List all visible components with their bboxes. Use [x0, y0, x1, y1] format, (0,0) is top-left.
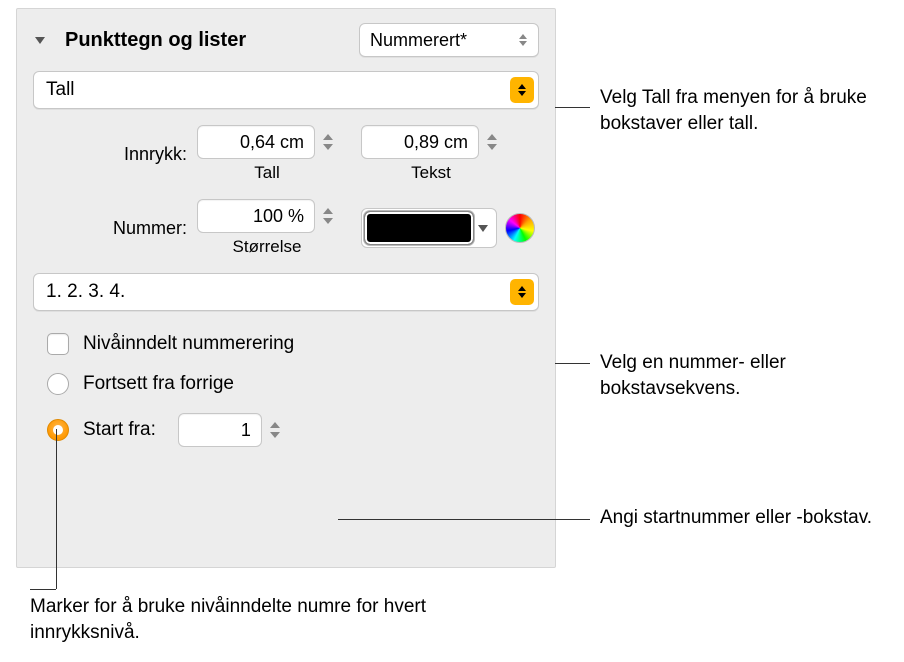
start-from-radio-row: Start fra: [47, 413, 539, 447]
number-label: Nummer: [77, 218, 197, 239]
number-size-stepper[interactable] [197, 199, 337, 233]
number-type-popup[interactable]: Tall [33, 71, 539, 109]
tiered-checkbox-row: Nivåinndelt nummerering [47, 333, 539, 355]
start-from-stepper[interactable] [178, 413, 284, 447]
indent-label: Innrykk: [77, 144, 197, 165]
indent-number-input[interactable] [197, 125, 315, 159]
popup-arrows-icon [510, 77, 534, 103]
indent-text-sublabel: Tekst [411, 163, 451, 183]
stepper-arrows-icon[interactable] [266, 413, 284, 447]
callout-tiered: Marker for å bruke nivåinndelte numre fo… [30, 594, 430, 645]
color-wheel-icon[interactable] [505, 213, 535, 243]
sequence-value: 1. 2. 3. 4. [46, 281, 125, 303]
start-from-input[interactable] [178, 413, 262, 447]
callout-line [338, 519, 590, 520]
indent-section: Innrykk: Tall Tekst Nummer: [33, 125, 539, 257]
indent-text-stepper[interactable] [361, 125, 501, 159]
tiered-checkbox[interactable] [47, 333, 69, 355]
number-type-value: Tall [46, 79, 75, 101]
popup-arrows-icon [510, 279, 534, 305]
callout-sequence: Velg en nummer- eller bokstavsekvens. [600, 350, 900, 401]
callout-startnum: Angi startnummer eller -bokstav. [600, 505, 872, 531]
start-from-label: Start fra: [83, 419, 156, 441]
bullets-lists-panel: Punkttegn og lister Nummerert* Tall Innr… [16, 8, 556, 568]
continue-radio[interactable] [47, 373, 69, 395]
panel-title: Punkttegn og lister [65, 29, 246, 52]
indent-text-input[interactable] [361, 125, 479, 159]
stepper-arrows-icon[interactable] [319, 125, 337, 159]
continue-radio-row: Fortsett fra forrige [47, 373, 539, 395]
list-style-value: Nummerert* [370, 30, 467, 51]
indent-row: Innrykk: Tall Tekst [77, 125, 539, 183]
indent-number-sublabel: Tall [254, 163, 280, 183]
start-from-radio[interactable] [47, 419, 69, 441]
chevron-down-icon[interactable] [474, 211, 492, 245]
list-style-popup[interactable]: Nummerert* [359, 23, 539, 57]
callout-line [30, 589, 56, 590]
callout-type: Velg Tall fra menyen for å bruke bokstav… [600, 85, 900, 136]
number-size-input[interactable] [197, 199, 315, 233]
panel-header-row: Punkttegn og lister Nummerert* [33, 23, 539, 57]
continue-label: Fortsett fra forrige [83, 373, 234, 395]
stepper-arrows-icon[interactable] [319, 199, 337, 233]
indent-number-stepper[interactable] [197, 125, 337, 159]
number-size-sublabel: Størrelse [233, 237, 302, 257]
callout-line [555, 107, 590, 108]
number-color-well[interactable] [364, 211, 474, 245]
sequence-popup[interactable]: 1. 2. 3. 4. [33, 273, 539, 311]
disclosure-triangle-icon[interactable] [33, 33, 47, 47]
chevron-updown-icon [514, 34, 532, 46]
callout-line [56, 429, 57, 589]
number-row: Nummer: Størrelse [77, 199, 539, 257]
callout-line [555, 363, 590, 364]
stepper-arrows-icon[interactable] [483, 125, 501, 159]
tiered-label: Nivåinndelt nummerering [83, 333, 294, 355]
